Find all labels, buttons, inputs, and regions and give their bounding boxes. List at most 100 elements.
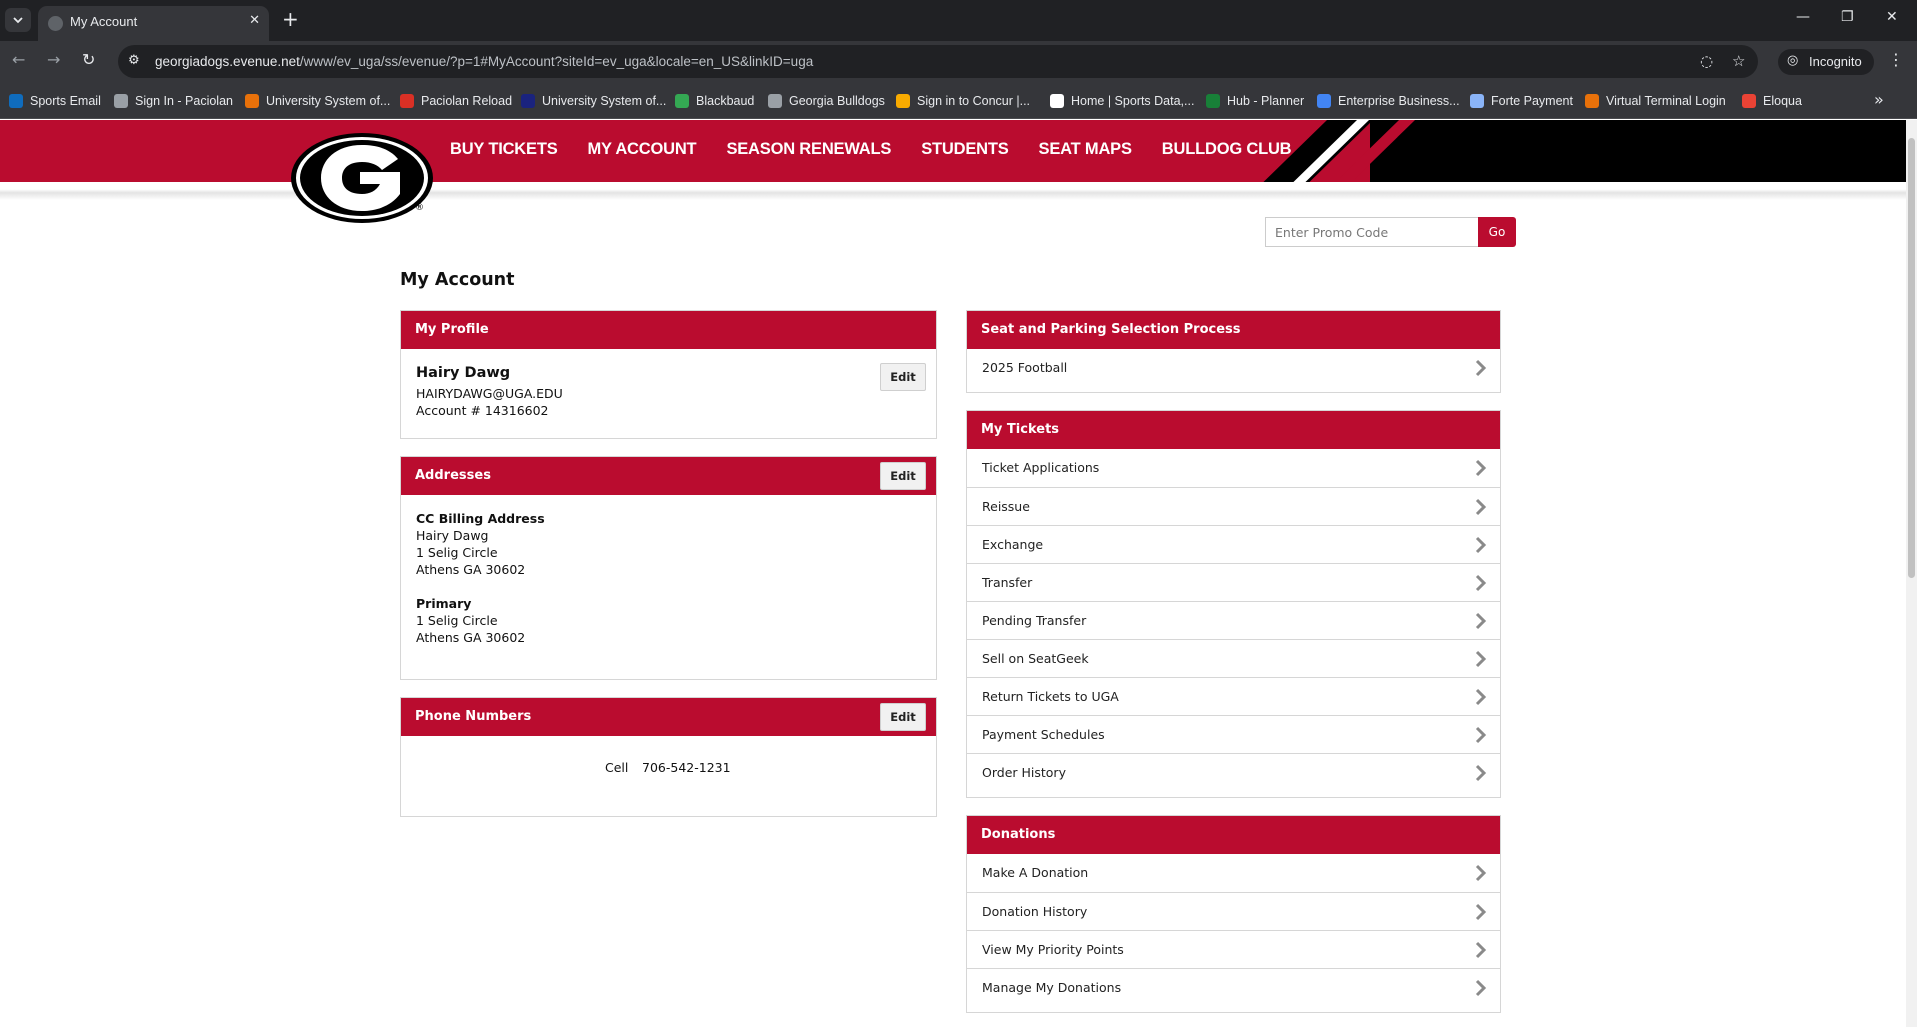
seat-parking-header: Seat and Parking Selection Process [967, 311, 1500, 349]
nav-students[interactable]: STUDENTS [921, 140, 1009, 159]
bookmark-label: Sports Email [30, 94, 101, 108]
bookmark-item[interactable]: Forte Payment [1470, 92, 1573, 110]
list-item[interactable]: Exchange [967, 525, 1500, 563]
bookmark-item[interactable]: Sign In - Paciolan [114, 92, 233, 110]
list-item[interactable]: Sell on SeatGeek [967, 639, 1500, 677]
header-black-band [1370, 120, 1906, 182]
address-bar[interactable]: ⚙ georgiadogs.evenue.net/www/ev_uga/ss/e… [118, 45, 1758, 78]
list-item[interactable]: Pending Transfer [967, 601, 1500, 639]
main-nav: BUY TICKETS MY ACCOUNT SEASON RENEWALS S… [450, 140, 1321, 159]
list-item[interactable]: Ticket Applications [967, 449, 1500, 487]
bookmark-label: University System of... [266, 94, 391, 108]
incognito-indicator[interactable]: ◎ Incognito [1778, 49, 1874, 75]
new-tab-icon[interactable]: + [282, 7, 299, 31]
list-item-label: Make A Donation [982, 865, 1089, 880]
incognito-icon: ◎ [1787, 53, 1799, 68]
profile-edit-button[interactable]: Edit [880, 363, 926, 391]
bookmark-item[interactable]: Virtual Terminal Login [1585, 92, 1726, 110]
bookmark-item[interactable]: Home | Sports Data,... [1050, 92, 1194, 110]
browser-tab-strip: My Account ✕ + — ❐ ✕ [0, 0, 1917, 41]
addresses-edit-button[interactable]: Edit [880, 462, 926, 490]
list-item[interactable]: Donation History [967, 892, 1500, 930]
chevron-right-icon [1475, 459, 1487, 477]
bookmark-item[interactable]: Eloqua [1742, 92, 1802, 110]
addresses-title: Addresses [415, 468, 491, 483]
browser-tab-my-account[interactable]: My Account ✕ [38, 6, 269, 41]
bookmark-item[interactable]: Enterprise Business... [1317, 92, 1460, 110]
my-profile-header: My Profile [401, 311, 936, 349]
window-close-icon[interactable]: ✕ [1886, 9, 1898, 25]
list-item-label: Sell on SeatGeek [982, 651, 1089, 666]
bookmark-favicon-icon [245, 94, 259, 108]
list-item-label: Payment Schedules [982, 727, 1105, 742]
chevron-right-icon [1475, 864, 1487, 882]
list-item[interactable]: Reissue [967, 487, 1500, 525]
nav-season-renewals[interactable]: SEASON RENEWALS [726, 140, 891, 159]
back-icon[interactable]: ← [12, 50, 25, 69]
more-bookmarks-icon[interactable]: » [1874, 90, 1884, 109]
restore-icon[interactable]: ❐ [1841, 9, 1854, 25]
promo-go-button[interactable]: Go [1478, 217, 1516, 247]
page-scrollbar[interactable] [1906, 120, 1917, 1027]
addresses-panel: Addresses Edit CC Billing Address Hairy … [400, 456, 937, 680]
close-tab-icon[interactable]: ✕ [249, 13, 260, 28]
nav-my-account[interactable]: MY ACCOUNT [588, 140, 697, 159]
reload-icon[interactable]: ↻ [82, 50, 95, 69]
list-item-label: 2025 Football [982, 360, 1068, 375]
list-item[interactable]: Make A Donation [967, 854, 1500, 892]
chevron-right-icon [1475, 941, 1487, 959]
seat-parking-list: 2025 Football [967, 349, 1500, 387]
bookmark-item[interactable]: Paciolan Reload [400, 92, 512, 110]
page-viewport: ® BUY TICKETS MY ACCOUNT SEASON RENEWALS… [0, 120, 1906, 1027]
page-title: My Account [400, 270, 515, 290]
list-item[interactable]: Payment Schedules [967, 715, 1500, 753]
bookmark-favicon-icon [400, 94, 414, 108]
forward-icon[interactable]: → [47, 50, 60, 69]
list-item[interactable]: View My Priority Points [967, 930, 1500, 968]
list-item-label: Ticket Applications [982, 460, 1100, 475]
registered-mark: ® [415, 203, 424, 213]
bookmark-favicon-icon [1050, 94, 1064, 108]
list-item[interactable]: 2025 Football [967, 349, 1500, 387]
my-tickets-title: My Tickets [981, 422, 1060, 437]
georgia-g-logo[interactable] [290, 132, 434, 224]
promo-code-input[interactable] [1265, 217, 1478, 247]
star-icon[interactable]: ☆ [1732, 52, 1745, 70]
bookmark-favicon-icon [1742, 94, 1756, 108]
bookmark-label: Sign in to Concur |... [917, 94, 1031, 108]
list-item[interactable]: Transfer [967, 563, 1500, 601]
chevron-right-icon [1475, 650, 1487, 668]
site-info-icon[interactable]: ⚙ [128, 53, 140, 68]
bookmark-item[interactable]: Hub - Planner [1206, 92, 1304, 110]
list-item[interactable]: Order History [967, 753, 1500, 791]
nav-bulldog-club[interactable]: BULLDOG CLUB [1162, 140, 1292, 159]
chevron-right-icon [1475, 574, 1487, 592]
profile-name: Hairy Dawg [416, 365, 511, 381]
list-item[interactable]: Manage My Donations [967, 968, 1500, 1006]
chevron-down-icon [13, 16, 23, 23]
address-line: Athens GA 30602 [416, 562, 526, 577]
list-item[interactable]: Return Tickets to UGA [967, 677, 1500, 715]
nav-buy-tickets[interactable]: BUY TICKETS [450, 140, 558, 159]
url-text[interactable]: georgiadogs.evenue.net/www/ev_uga/ss/eve… [155, 54, 813, 69]
kebab-menu-icon[interactable]: ⋮ [1888, 50, 1904, 69]
bookmark-item[interactable]: University System of... [245, 92, 390, 110]
bookmark-item[interactable]: Blackbaud [675, 92, 754, 110]
chevron-right-icon [1475, 903, 1487, 921]
tab-search-button[interactable] [5, 8, 31, 32]
bookmark-item[interactable]: Sports Email [9, 92, 101, 110]
eye-off-icon[interactable]: ◌ [1700, 52, 1713, 70]
profile-email: HAIRYDAWG@UGA.EDU [416, 386, 563, 401]
phones-edit-button[interactable]: Edit [880, 703, 926, 731]
bookmark-item[interactable]: Georgia Bulldogs [768, 92, 885, 110]
bookmark-label: Sign In - Paciolan [135, 94, 233, 108]
bookmark-item[interactable]: University System of... [521, 92, 666, 110]
chevron-right-icon [1475, 612, 1487, 630]
minimize-icon[interactable]: — [1796, 9, 1810, 25]
nav-seat-maps[interactable]: SEAT MAPS [1039, 140, 1132, 159]
bookmark-item[interactable]: Sign in to Concur |... [896, 92, 1030, 110]
phone-numbers-title: Phone Numbers [415, 709, 532, 724]
bookmark-label: Enterprise Business... [1338, 94, 1460, 108]
scrollbar-thumb[interactable] [1908, 138, 1915, 578]
phone-numbers-header: Phone Numbers Edit [401, 698, 936, 736]
